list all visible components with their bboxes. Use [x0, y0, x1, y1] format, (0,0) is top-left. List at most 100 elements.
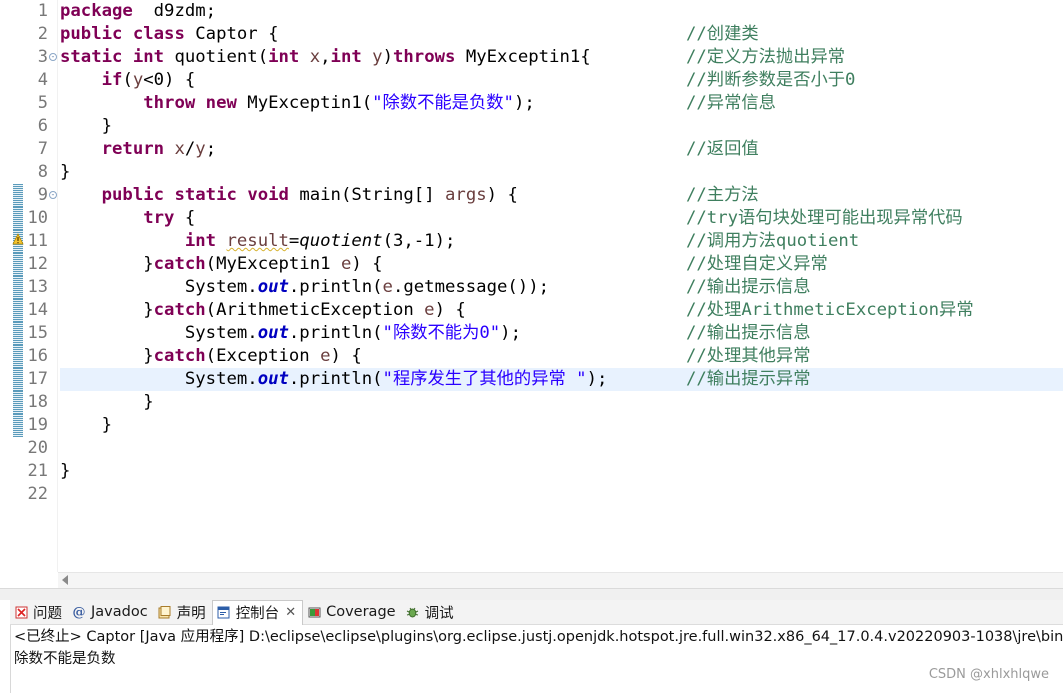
overview-ruler [0, 0, 12, 572]
code-comment: //try语句块处理可能出现异常代码 [686, 208, 963, 228]
code-comment: //处理其他异常 [686, 346, 811, 366]
code-token: } [60, 392, 154, 412]
panel-divider[interactable] [0, 588, 1063, 600]
line-number: 16 [27, 346, 48, 366]
code-line[interactable]: } [60, 414, 1063, 437]
code-line[interactable] [60, 437, 1063, 460]
code-token: catch [153, 300, 206, 320]
change-marker [13, 299, 23, 322]
code-line[interactable]: package d9zdm; [60, 0, 1063, 23]
code-token: public [60, 24, 123, 44]
line-number: 6 [37, 116, 48, 136]
change-marker [13, 207, 23, 230]
warning-icon[interactable] [12, 233, 24, 245]
code-token: e [424, 300, 435, 320]
problems-icon [14, 605, 28, 619]
code-line[interactable]: public static void main(String[] args) {… [60, 184, 1063, 207]
code-token: ) [382, 47, 393, 67]
code-line[interactable]: System.out.println("程序发生了其他的异常 "); //输出提示… [60, 368, 1063, 391]
code-token: d9zdm; [132, 1, 217, 21]
code-comment: //主方法 [686, 185, 759, 205]
code-line[interactable]: } [60, 161, 1063, 184]
code-line[interactable] [60, 483, 1063, 506]
tab-console[interactable]: 控制台 ✕ [211, 599, 304, 625]
change-marker [13, 322, 23, 345]
code-token: .println( [288, 277, 383, 297]
code-token: MyExceptin1( [236, 93, 373, 113]
console-icon [217, 606, 231, 620]
code-token: ); [586, 369, 608, 389]
line-number: 21 [27, 461, 48, 481]
code-token: int [132, 47, 165, 67]
code-line[interactable]: } [60, 460, 1063, 483]
code-line[interactable]: }catch(Exception e) {//处理其他异常 [60, 345, 1063, 368]
fold-toggle-icon[interactable]: - [49, 53, 57, 61]
code-comment: //处理ArithmeticException异常 [686, 300, 974, 320]
code-token: } [60, 461, 71, 481]
code-token: quotient( [164, 47, 269, 67]
code-line[interactable]: }catch(ArithmeticException e) {//处理Arith… [60, 299, 1063, 322]
code-token: Captor { [184, 24, 279, 44]
code-token: ) { [486, 185, 518, 205]
code-token: y [372, 47, 383, 67]
code-area[interactable]: package d9zdm; public class Captor {//创建类… [60, 0, 1063, 506]
code-token: } [60, 300, 154, 320]
tab-debug[interactable]: 调试 [402, 600, 460, 625]
code-token: e [320, 346, 331, 366]
code-token: (3,-1); [382, 231, 456, 251]
code-token: <0) { [143, 70, 196, 90]
code-token: System. [60, 369, 258, 389]
code-line[interactable]: if(y<0) {//判断参数是否小于0 [60, 69, 1063, 92]
code-line[interactable]: return x/y; //返回值 [60, 138, 1063, 161]
code-editor[interactable]: 1 2 3-4 5 6 7 8 9-10 11 12 13 14 15 16 17 18 19 20 21 22 pa… [0, 0, 1063, 572]
code-line[interactable]: System.out.println(e.getmessage()); //输出提… [60, 276, 1063, 299]
code-line[interactable]: throw new MyExceptin1("除数不能是负数"); //异常信息 [60, 92, 1063, 115]
code-token: int [330, 47, 362, 67]
code-token: class [132, 24, 185, 44]
code-token: ( [122, 70, 133, 90]
code-line[interactable]: } [60, 115, 1063, 138]
code-line[interactable]: System.out.println("除数不能为0"); //输出提示信息 [60, 322, 1063, 345]
tab-javadoc[interactable]: @ Javadoc [68, 600, 154, 625]
code-line[interactable]: int result=quotient(3,-1); //调用方法quotient [60, 230, 1063, 253]
tab-declaration[interactable]: 声明 [154, 600, 212, 625]
scroll-left-arrow-icon[interactable] [62, 575, 68, 585]
code-token: out [257, 323, 289, 343]
tab-problems[interactable]: 问题 [10, 600, 68, 625]
code-token: return [101, 139, 165, 159]
code-line[interactable]: try {//try语句块处理可能出现异常代码 [60, 207, 1063, 230]
tab-coverage[interactable]: Coverage [303, 600, 401, 625]
javadoc-icon: @ [72, 604, 86, 620]
code-token: throw [143, 93, 196, 113]
coverage-icon [307, 605, 321, 619]
code-token: / [184, 139, 196, 159]
code-token: } [60, 254, 154, 274]
line-number: 15 [27, 323, 48, 343]
code-token: e [340, 254, 352, 274]
code-line[interactable]: }catch(MyExceptin1 e) {//处理自定义异常 [60, 253, 1063, 276]
line-number: 9 [37, 185, 48, 205]
fold-toggle-icon[interactable]: - [49, 191, 57, 199]
horizontal-scrollbar[interactable] [58, 572, 1063, 588]
tab-label: Javadoc [91, 604, 148, 620]
code-line[interactable]: } [60, 391, 1063, 414]
code-token: if [101, 70, 123, 90]
code-line[interactable]: static int quotient(int x,int y)throws M… [60, 46, 1063, 69]
code-token: ) { [351, 254, 383, 274]
line-number: 10 [27, 208, 48, 228]
line-number: 5 [37, 93, 48, 113]
line-number: 1 [37, 1, 48, 21]
tab-label: 调试 [424, 605, 454, 622]
code-token: { [174, 208, 196, 228]
code-token: ; [205, 139, 217, 159]
code-token: catch [153, 346, 206, 366]
code-token: package [60, 1, 133, 21]
code-line[interactable]: public class Captor {//创建类 [60, 23, 1063, 46]
close-tab-icon[interactable]: ✕ [285, 605, 296, 620]
